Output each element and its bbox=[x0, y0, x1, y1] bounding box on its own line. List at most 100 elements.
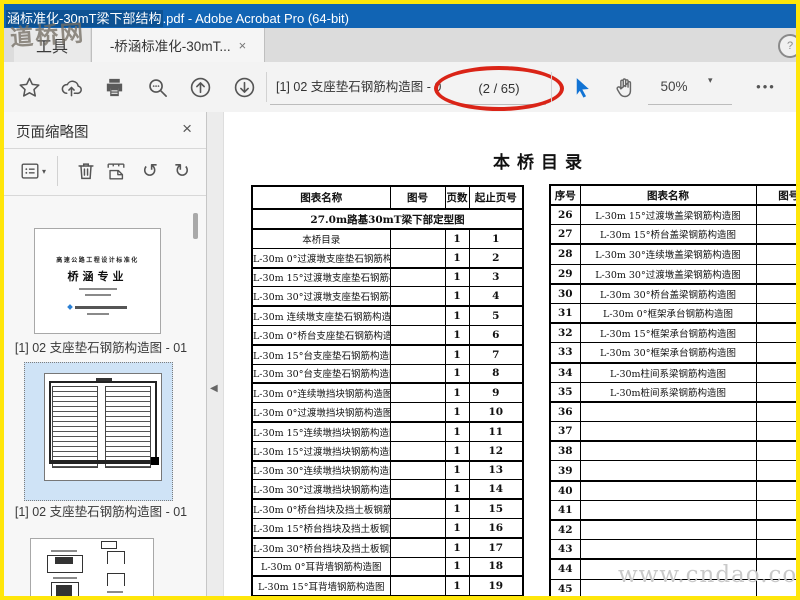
table-cell bbox=[389, 228, 446, 249]
panel-close-icon[interactable]: × bbox=[182, 119, 192, 139]
insert-pages-icon[interactable] bbox=[103, 158, 129, 184]
page-count-badge: (2 / 65) bbox=[475, 81, 523, 96]
table-cell: 26 bbox=[549, 204, 581, 226]
table-cell bbox=[579, 460, 757, 482]
tab-document-active[interactable]: -桥涵标准化-30mT... × bbox=[91, 28, 265, 62]
next-page-icon[interactable] bbox=[231, 74, 257, 100]
table-row: 39 bbox=[549, 460, 796, 482]
table-cell: 1 bbox=[444, 517, 470, 539]
table-row: 44 bbox=[549, 558, 796, 580]
table-cell: L-30m 15°框架承台钢筋构造图 bbox=[579, 322, 757, 344]
table-cell bbox=[389, 344, 446, 365]
table-row: 26 L-30m 15°过渡墩盖梁钢筋构造图 bbox=[549, 204, 796, 226]
table-cell: L-30m 0°过渡墩支座垫石钢筋构造图 bbox=[251, 247, 391, 269]
table-cell: 5 bbox=[468, 305, 524, 326]
thumbnail-page-1[interactable]: 高速公路工程设计标准化 桥涵专业 bbox=[34, 228, 161, 334]
zoom-level-field[interactable]: 50% bbox=[644, 70, 704, 104]
table-row: 27 L-30m 15°桥台盖梁钢筋构造图 bbox=[549, 224, 796, 246]
table-cell: 1 bbox=[444, 286, 470, 308]
table-cell bbox=[389, 421, 446, 442]
table-cell bbox=[755, 440, 796, 462]
table-cell: L-30m 0°过渡墩挡块钢筋构造图 bbox=[251, 402, 391, 423]
print-icon[interactable] bbox=[101, 74, 127, 100]
table-header-cell: 图表名称 bbox=[579, 184, 757, 206]
table-cell: L-30m 15°桥台挡块及挡土板钢筋构造图 bbox=[251, 517, 391, 539]
table-cell: L-30m 0°连续墩挡块钢筋构造图 bbox=[251, 382, 391, 404]
table-row: L-30m 0°桥台挡块及挡土板钢筋构造图 115 bbox=[251, 498, 524, 519]
selection-handle[interactable] bbox=[151, 457, 159, 465]
table-cell: 41 bbox=[549, 499, 581, 521]
page-indicator-field[interactable]: [1] 02 支座垫石钢筋构造图 - 0 bbox=[276, 70, 441, 104]
toolbar-separator bbox=[551, 72, 552, 102]
table-cell: 36 bbox=[549, 401, 581, 423]
panel-splitter[interactable]: ◀ bbox=[207, 112, 224, 596]
table-row: 30 L-30m 30°桥台盖梁钢筋构造图 bbox=[549, 283, 796, 304]
thumbnail-page-3[interactable] bbox=[30, 538, 154, 596]
table-cell bbox=[389, 267, 446, 288]
table-cell: 29 bbox=[549, 263, 581, 285]
options-caret-icon[interactable]: ▾ bbox=[42, 167, 46, 176]
table-cell bbox=[579, 578, 757, 596]
table-row: L-30m 15°连续墩挡块钢筋构造图 1 11 bbox=[251, 421, 524, 442]
table-cell: L-30m 0°桥台挡块及挡土板钢筋构造图 bbox=[251, 498, 391, 519]
table-row: 33 L-30m 30°框架承台钢筋构造图 bbox=[549, 342, 796, 364]
panel-scrollbar-thumb[interactable] bbox=[193, 213, 198, 239]
table-row: L-30m 30°过渡墩支座垫石钢筋构造图 14 bbox=[251, 286, 524, 308]
tab-tools[interactable]: 工具 bbox=[14, 28, 90, 62]
table-cell bbox=[755, 519, 796, 541]
table-cell: 8 bbox=[468, 363, 524, 385]
mini-title-block bbox=[101, 541, 117, 549]
table-cell bbox=[389, 305, 446, 326]
previous-page-icon[interactable] bbox=[187, 74, 213, 100]
table-row: L-30m 15°台支座垫石钢筋构造图 1 7 bbox=[251, 344, 524, 365]
thumbnail-options-icon[interactable] bbox=[17, 158, 43, 184]
table-row: L-30m 0°桥台支座垫石钢筋构造图 1 6 bbox=[251, 324, 524, 346]
table-cell bbox=[579, 499, 757, 521]
page-title: 本桥目录 bbox=[493, 153, 589, 173]
table-row: L-30m 30°过渡墩挡块钢筋构造图 1 14 bbox=[251, 479, 524, 501]
table-row: L-30m 30°桥台挡块及挡土板钢筋构造图 117 bbox=[251, 537, 524, 558]
zoom-dropdown-caret-icon[interactable]: ▾ bbox=[708, 75, 713, 86]
cover-line-bar bbox=[84, 294, 111, 296]
table-cell: L-30m 30°过渡墩挡块钢筋构造图 bbox=[251, 479, 391, 501]
search-icon[interactable] bbox=[144, 74, 170, 100]
table-cell: L-30m桩间系梁钢筋构造图 bbox=[579, 381, 757, 403]
logo-icon bbox=[67, 304, 73, 310]
table-cell: 1 bbox=[444, 479, 470, 501]
table-cell bbox=[579, 519, 757, 541]
table-row: L-30m 30°台支座垫石钢筋构造图 1 8 bbox=[251, 363, 524, 385]
rotate-cw-icon[interactable]: ↻ bbox=[169, 158, 195, 184]
table-row: 42 bbox=[549, 519, 796, 541]
table-cell: L-30m 30°桥台盖梁钢筋构造图 bbox=[579, 283, 757, 304]
rotate-ccw-icon[interactable]: ↺ bbox=[137, 158, 163, 184]
cloud-upload-icon[interactable] bbox=[58, 74, 84, 100]
table-header-cell: 序号 bbox=[549, 184, 581, 206]
table-cell: 42 bbox=[549, 519, 581, 541]
table-cell bbox=[755, 243, 796, 265]
thumbnail-page-2-selected[interactable] bbox=[24, 362, 173, 501]
table-cell: 1 bbox=[444, 344, 470, 365]
table-cell: 27 bbox=[549, 224, 581, 246]
table-row: L-30m 15°耳背墙钢筋构造图 1 19 bbox=[251, 575, 524, 596]
window-title-app: .pdf - Adobe Acrobat Pro (64-bit) bbox=[162, 11, 349, 26]
delete-page-icon[interactable] bbox=[73, 158, 99, 184]
table-cell bbox=[389, 286, 446, 308]
table-cell: 15 bbox=[468, 498, 524, 519]
panel-collapse-icon[interactable]: ◀ bbox=[210, 383, 218, 394]
table-cell: 32 bbox=[549, 322, 581, 344]
help-icon[interactable]: ? bbox=[778, 34, 796, 58]
select-tool-icon[interactable] bbox=[569, 74, 595, 100]
tab-document-label: -桥涵标准化-30mT... bbox=[109, 39, 231, 54]
table-cell: 30 bbox=[549, 283, 581, 304]
table-cell bbox=[755, 263, 796, 285]
table-cell: 11 bbox=[468, 421, 524, 442]
table-cell bbox=[389, 363, 446, 385]
hand-tool-icon[interactable] bbox=[611, 74, 637, 100]
star-icon[interactable] bbox=[16, 74, 42, 100]
table-cell: 1 bbox=[444, 421, 470, 442]
table-cell: 28 bbox=[549, 243, 581, 265]
tab-close-icon[interactable]: × bbox=[239, 39, 247, 52]
more-tools-icon[interactable]: ••• bbox=[746, 74, 786, 100]
table-cell: L-30m 15°过渡墩挡块钢筋构造图 bbox=[251, 440, 391, 462]
table-cell: L-30m 0°耳背墙钢筋构造图 bbox=[251, 556, 391, 578]
